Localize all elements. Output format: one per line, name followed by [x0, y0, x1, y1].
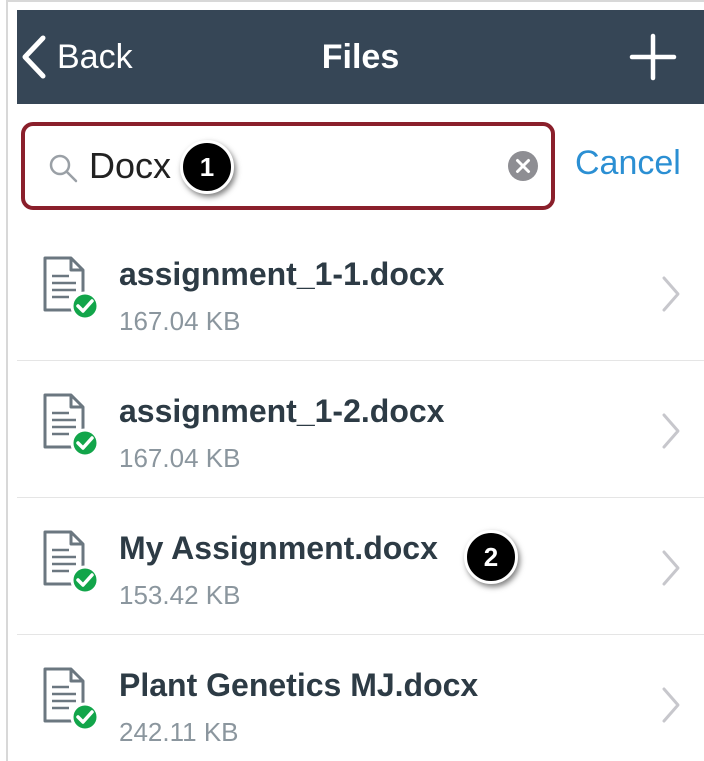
search-icon: [49, 154, 78, 183]
plus-icon: [629, 33, 677, 81]
file-list-item[interactable]: Plant Genetics MJ.docx 242.11 KB: [17, 635, 704, 761]
file-name: assignment_1-1.docx: [119, 256, 445, 292]
back-button-label: Back: [57, 37, 133, 76]
search-input[interactable]: Docx: [31, 132, 545, 200]
callout-badge: 2: [464, 530, 518, 584]
app-screen: Back Files Docx Cancel assignment_1-1.do…: [0, 0, 704, 761]
chevron-right-icon: [662, 276, 680, 312]
frame-border: [6, 0, 8, 761]
file-list-item[interactable]: assignment_1-1.docx 167.04 KB: [17, 224, 704, 361]
file-size: 242.11 KB: [119, 717, 239, 747]
navigation-bar: Back Files: [17, 10, 704, 104]
document-synced-icon: [43, 256, 100, 321]
chevron-right-icon: [662, 687, 680, 723]
file-name: My Assignment.docx: [119, 530, 438, 566]
search-bar: Docx Cancel: [17, 104, 704, 224]
chevron-right-icon: [662, 550, 680, 586]
back-button[interactable]: Back: [17, 10, 177, 104]
file-list-item[interactable]: My Assignment.docx 153.42 KB: [17, 498, 704, 635]
frame-border: [6, 0, 704, 2]
search-input-value: Docx: [89, 145, 172, 186]
clear-search-icon[interactable]: [507, 150, 539, 182]
document-synced-icon: [43, 530, 100, 595]
chevron-right-icon: [662, 413, 680, 449]
file-size: 167.04 KB: [119, 443, 241, 473]
file-list-item[interactable]: assignment_1-2.docx 167.04 KB: [17, 361, 704, 498]
document-synced-icon: [43, 667, 100, 732]
add-button[interactable]: [628, 32, 678, 82]
callout-badge: 1: [180, 140, 234, 194]
chevron-left-icon: [22, 35, 46, 79]
file-name: assignment_1-2.docx: [119, 393, 445, 429]
file-name: Plant Genetics MJ.docx: [119, 667, 479, 703]
cancel-button[interactable]: Cancel: [575, 144, 681, 183]
file-size: 167.04 KB: [119, 306, 241, 336]
document-synced-icon: [43, 393, 100, 458]
file-list: assignment_1-1.docx 167.04 KB assignment…: [17, 224, 704, 761]
file-size: 153.42 KB: [119, 580, 241, 610]
